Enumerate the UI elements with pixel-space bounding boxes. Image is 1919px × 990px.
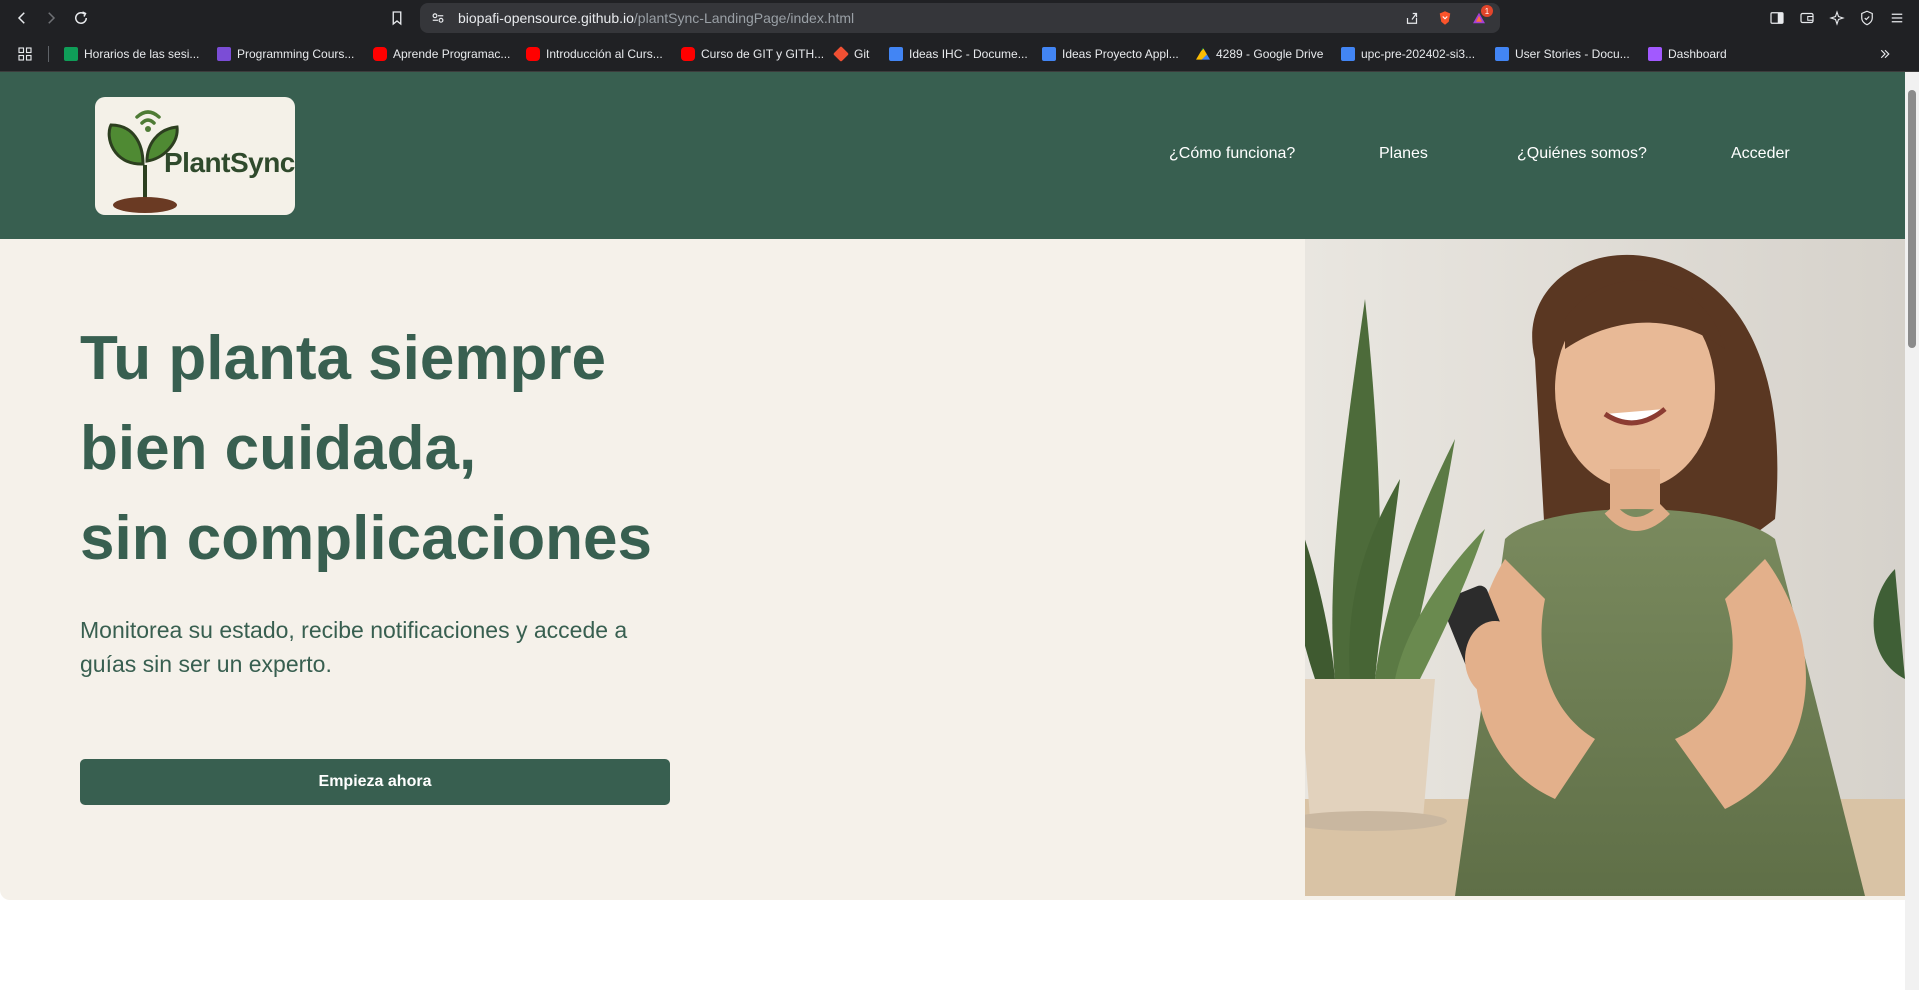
reload-icon[interactable] [69,6,93,30]
bookmark-label: upc-pre-202402-si3... [1361,47,1476,61]
bookmark-label: Aprende Programac... [393,47,511,61]
hero-section: Tu planta siempre bien cuidada, sin comp… [0,239,1905,900]
bookmark-item[interactable]: User Stories - Docu... [1495,44,1630,64]
wallet-icon[interactable] [1795,6,1819,30]
url-host: biopafi-opensource.github.io [458,10,634,26]
bookmark-item[interactable]: Ideas Proyecto Appl... [1042,44,1179,64]
bookmark-item[interactable]: Ideas IHC - Docume... [889,44,1028,64]
youtube-icon [526,47,540,61]
menu-icon[interactable] [1885,6,1909,30]
browser-chrome: biopafi-opensource.github.io/plantSync-L… [0,0,1919,72]
hero-title: Tu planta siempre bien cuidada, sin comp… [80,314,700,584]
drive-icon [1196,47,1210,60]
brave-shields-icon[interactable] [1433,6,1457,30]
ux-icon [1648,47,1662,61]
forward-icon[interactable] [39,6,63,30]
hero-subtitle: Monitorea su estado, recibe notificacion… [80,617,628,677]
bookmark-label: Ideas Proyecto Appl... [1062,47,1179,61]
logo[interactable]: PlantSync [95,97,295,215]
bookmark-label: Programming Cours... [237,47,355,61]
bookmark-page-icon[interactable] [385,6,409,30]
bookmark-item[interactable]: Introducción al Curs... [526,44,663,64]
youtube-icon [681,47,695,61]
bookmark-item[interactable]: Horarios de las sesi... [64,44,199,64]
bookmark-label: Introducción al Curs... [546,47,663,61]
bookmark-label: Ideas IHC - Docume... [909,47,1028,61]
page-viewport: PlantSync ¿Cómo funciona? Planes ¿Quiéne… [0,72,1905,990]
scrollbar-thumb[interactable] [1908,90,1916,348]
hero-photo [1305,239,1905,896]
back-icon[interactable] [10,6,34,30]
woman-with-plant-illustration [1305,239,1905,896]
bookmark-item[interactable]: Aprende Programac... [373,44,510,64]
bookmark-label: Horarios de las sesi... [84,47,200,61]
site-settings-icon[interactable] [426,6,450,30]
nav-how-it-works[interactable]: ¿Cómo funciona? [1169,145,1295,163]
bookmark-item[interactable]: Curso de GIT y GITH... [681,44,824,64]
page-scrollbar[interactable] [1905,72,1919,990]
start-now-button[interactable]: Empieza ahora [80,759,670,805]
nav-about-us[interactable]: ¿Quiénes somos? [1517,145,1647,163]
notification-badge: 1 [1481,5,1493,17]
bookmark-label: User Stories - Docu... [1515,47,1630,61]
bookmark-item[interactable]: 4289 - Google Drive [1196,44,1323,64]
youtube-icon [373,47,387,61]
docs-icon [1341,47,1355,61]
sheets-icon [64,47,78,61]
docs-icon [1495,47,1509,61]
bookmark-label: Git [854,47,870,61]
address-bar[interactable]: biopafi-opensource.github.io/plantSync-L… [420,3,1500,33]
logo-text: PlantSync [164,147,295,178]
hero-title-line: bien cuidada, [80,414,477,483]
bookmark-item[interactable]: upc-pre-202402-si3... [1341,44,1475,64]
vpn-icon[interactable] [1855,6,1879,30]
bookmark-item[interactable]: Programming Cours... [217,44,354,64]
bookmark-label: 4289 - Google Drive [1216,47,1324,61]
bookmark-item[interactable]: Dashboard [1648,44,1727,64]
url-path: /plantSync-LandingPage/index.html [633,10,855,26]
browser-toolbar: biopafi-opensource.github.io/plantSync-L… [0,0,1919,36]
sidebar-icon[interactable] [1765,6,1789,30]
git-icon [833,46,849,62]
bookmark-label: Curso de GIT y GITH... [701,47,825,61]
nav-login[interactable]: Acceder [1731,145,1790,163]
url-text[interactable]: biopafi-opensource.github.io/plantSync-L… [458,10,854,26]
docs-icon [1042,47,1056,61]
more-bookmarks-icon[interactable] [1873,42,1897,66]
bookmark-label: Dashboard [1668,47,1727,61]
apps-grid-icon[interactable] [13,42,37,66]
bookmarks-bar: Horarios de las sesi... Programming Cour… [0,36,1919,72]
docs-icon [889,47,903,61]
bookmark-item[interactable]: Git [833,44,870,64]
nav-plans[interactable]: Planes [1379,145,1428,163]
hero-title-line: Tu planta siempre [80,324,606,393]
course-icon [217,47,231,61]
share-icon[interactable] [1400,6,1424,30]
site-header: PlantSync ¿Cómo funciona? Planes ¿Quiéne… [0,72,1905,239]
hero-title-line: sin complicaciones [80,504,652,573]
leo-ai-icon[interactable] [1825,6,1849,30]
bookmarks-divider [48,46,49,62]
